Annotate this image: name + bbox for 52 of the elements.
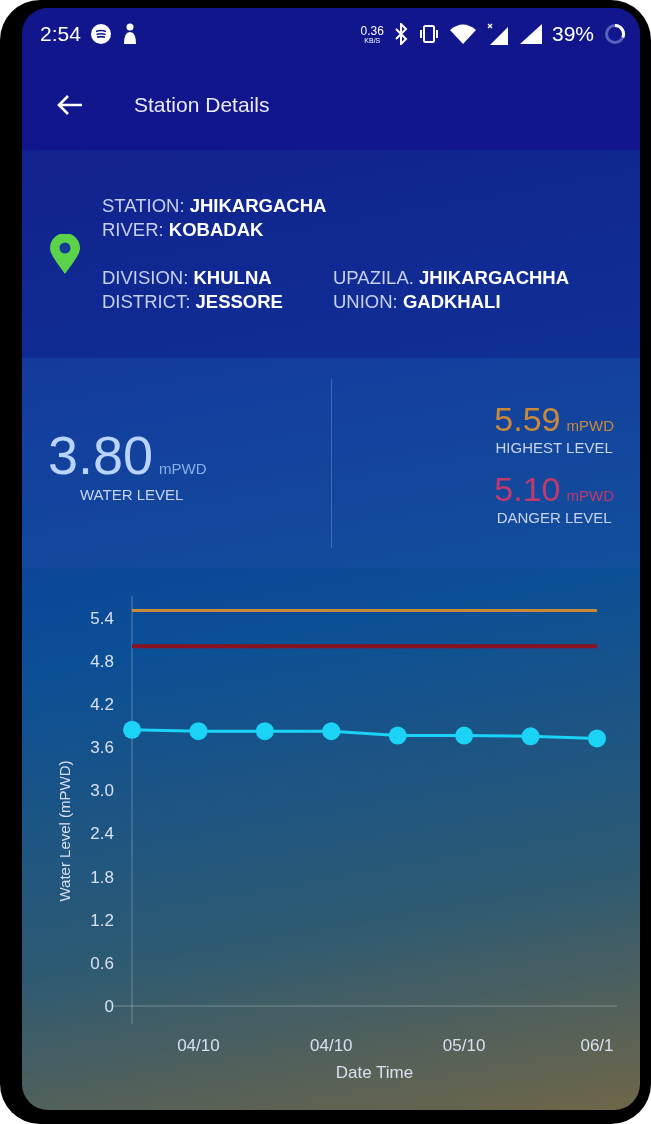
level-caption: WATER LEVEL bbox=[79, 485, 185, 503]
y-tick-label: 1.8 bbox=[90, 867, 114, 887]
data-point bbox=[255, 722, 274, 741]
data-point bbox=[455, 726, 474, 745]
battery-ring-icon bbox=[604, 23, 626, 45]
y-tick-label: 3.0 bbox=[90, 781, 114, 801]
y-tick-label: 0.6 bbox=[90, 953, 114, 973]
music-app-icon bbox=[90, 24, 111, 44]
level-value: 5.10 bbox=[494, 470, 561, 509]
station-detail: RIVER: KOBADAK bbox=[102, 219, 265, 241]
battery-percent: 39% bbox=[551, 22, 594, 46]
y-tick-label: 4.2 bbox=[90, 694, 114, 714]
location-detail: DISTRICT: JESSORE bbox=[102, 291, 284, 313]
unit-label: mPWD bbox=[159, 459, 207, 477]
y-tick-label: 5.4 bbox=[90, 608, 114, 628]
x-tick-label: 05/10 bbox=[442, 1036, 486, 1055]
bluetooth-icon bbox=[393, 23, 408, 45]
level-caption: DANGER LEVEL bbox=[496, 509, 612, 526]
vibrate-icon bbox=[417, 23, 440, 45]
water-level-value: 3.80 bbox=[48, 423, 154, 486]
unit-label: mPWD bbox=[566, 417, 614, 434]
y-tick-label: 0 bbox=[104, 997, 114, 1016]
unit-label: mPWD bbox=[566, 487, 614, 504]
location-detail: UNION: GADKHALI bbox=[333, 291, 502, 313]
signal-icon bbox=[519, 24, 542, 44]
level-value: 5.59 bbox=[494, 400, 561, 439]
signal-icon bbox=[485, 23, 510, 45]
clock: 2:54 bbox=[40, 22, 81, 46]
y-tick-label: 2.4 bbox=[90, 824, 114, 844]
y-tick-label: 4.8 bbox=[90, 651, 114, 671]
x-tick-label: 04/10 bbox=[310, 1036, 353, 1055]
data-point bbox=[521, 727, 540, 746]
screen-title: Station Details bbox=[134, 93, 270, 117]
y-tick-label: 1.2 bbox=[90, 910, 114, 930]
y-axis-title: Water Level (mPWD) bbox=[56, 760, 73, 902]
y-tick-label: 3.6 bbox=[90, 738, 114, 758]
network-speed: 0.36 bbox=[360, 24, 384, 37]
back-button[interactable] bbox=[56, 93, 84, 117]
data-point bbox=[388, 726, 407, 745]
x-tick-label: 06/1 bbox=[580, 1036, 614, 1055]
location-pin-icon bbox=[50, 234, 80, 274]
location-detail: UPAZILA. JHIKARGACHHA bbox=[333, 267, 570, 289]
x-axis-title: Date Time bbox=[335, 1063, 414, 1082]
data-point bbox=[322, 722, 341, 741]
x-tick-label: 04/10 bbox=[177, 1036, 220, 1055]
level-caption: HIGHEST LEVEL bbox=[495, 439, 613, 456]
wifi-icon bbox=[449, 24, 476, 44]
data-point bbox=[588, 729, 606, 748]
station-detail: STATION: JHIKARGACHA bbox=[102, 195, 328, 217]
data-point bbox=[189, 722, 208, 741]
location-detail: DIVISION: KHULNA bbox=[102, 267, 273, 289]
data-point bbox=[123, 720, 141, 739]
